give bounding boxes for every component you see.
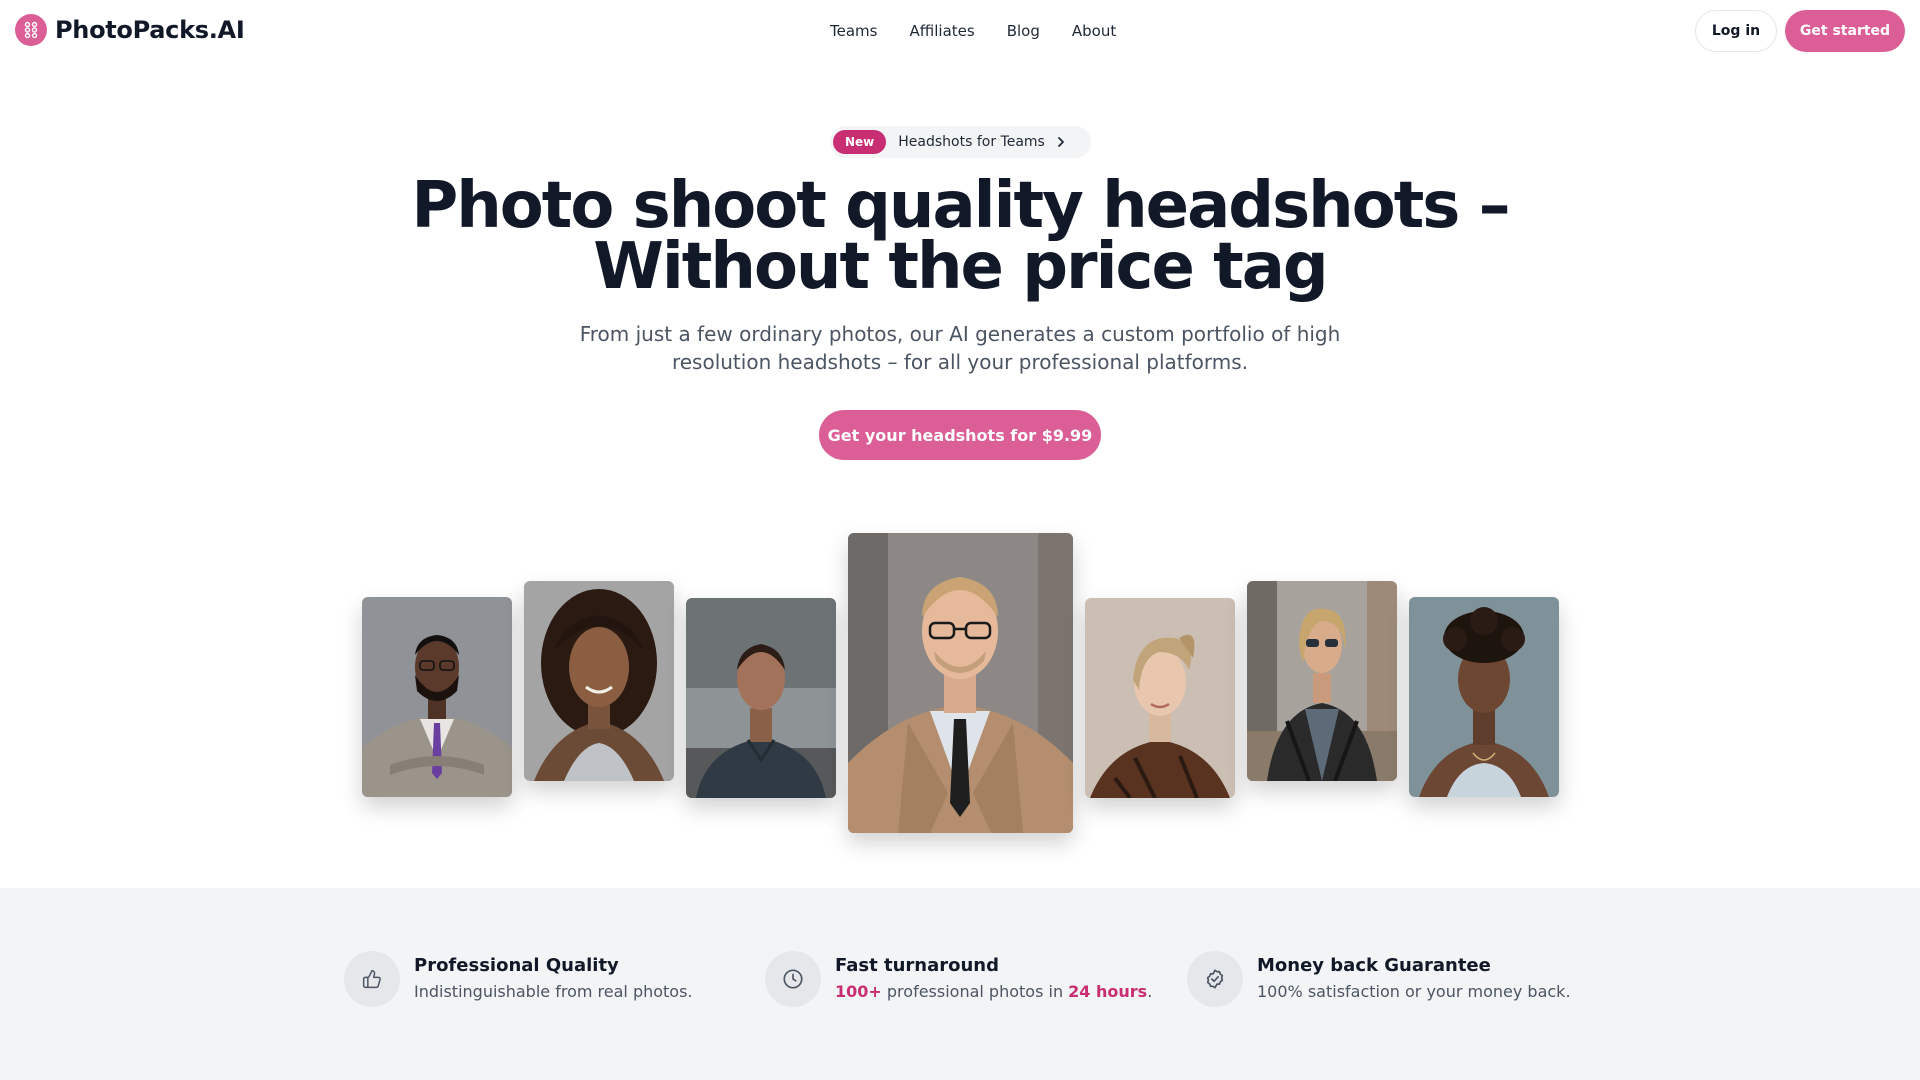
chevron-right-icon <box>1055 136 1067 148</box>
feature-description: 100+ professional photos in 24 hours. <box>835 980 1152 1004</box>
brand-home-link[interactable]: PhotoPacks.AI <box>15 14 245 46</box>
features-section: Professional Quality Indistinguishable f… <box>0 888 1920 1080</box>
feature-description: 100% satisfaction or your money back. <box>1257 982 1571 1001</box>
feature-title: Professional Quality <box>414 955 619 976</box>
headshot-man-navy-polo <box>686 598 836 798</box>
feature-professional-quality: Professional Quality Indistinguishable f… <box>344 951 693 1007</box>
brand-name: PhotoPacks.AI <box>55 16 245 44</box>
headshot-woman-curly-hair <box>524 581 674 781</box>
nav-link-blog[interactable]: Blog <box>1007 20 1040 42</box>
nav-link-teams[interactable]: Teams <box>830 20 877 42</box>
headshot-man-leather-jacket <box>1247 581 1397 781</box>
hero-title: Photo shoot quality headshots – Without … <box>360 174 1560 299</box>
feature-fast-turnaround: Fast turnaround 100+ professional photos… <box>765 951 1152 1007</box>
feature-title: Fast turnaround <box>835 955 999 976</box>
announcement-text: Headshots for Teams <box>898 134 1045 150</box>
turnaround-time-highlight: 24 hours <box>1068 982 1148 1001</box>
nav-link-affiliates[interactable]: Affiliates <box>909 20 974 42</box>
announcement-pill[interactable]: New Headshots for Teams <box>830 126 1091 158</box>
photo-count-highlight: 100+ <box>835 982 882 1001</box>
get-started-button[interactable]: Get started <box>1785 10 1905 52</box>
feature-desc-end: . <box>1147 982 1153 1001</box>
nav-link-about[interactable]: About <box>1072 20 1116 42</box>
thumbs-up-icon <box>344 951 400 1007</box>
dots-grid-icon <box>15 14 47 46</box>
headshot-woman-short-hair <box>1085 598 1235 798</box>
feature-desc-middle: professional photos in <box>881 982 1069 1001</box>
headshot-woman-white-top <box>1409 597 1559 797</box>
top-nav-bar: PhotoPacks.AI Teams Affiliates Blog Abou… <box>0 0 1920 62</box>
badge-check-icon <box>1187 951 1243 1007</box>
new-badge: New <box>833 130 887 154</box>
hero-title-line-2: Without the price tag <box>593 230 1328 304</box>
feature-title: Money back Guarantee <box>1257 955 1491 976</box>
headshot-man-gray-suit <box>362 597 512 797</box>
login-button[interactable]: Log in <box>1695 10 1777 52</box>
feature-description: Indistinguishable from real photos. <box>414 982 693 1001</box>
headshot-man-trench-coat <box>848 533 1073 833</box>
feature-money-back-guarantee: Money back Guarantee 100% satisfaction o… <box>1187 951 1571 1007</box>
main-nav: Teams Affiliates Blog About <box>830 20 1116 42</box>
get-headshots-cta-button[interactable]: Get your headshots for $9.99 <box>819 410 1101 460</box>
hero-subtitle: From just a few ordinary photos, our AI … <box>579 322 1341 374</box>
clock-icon <box>765 951 821 1007</box>
